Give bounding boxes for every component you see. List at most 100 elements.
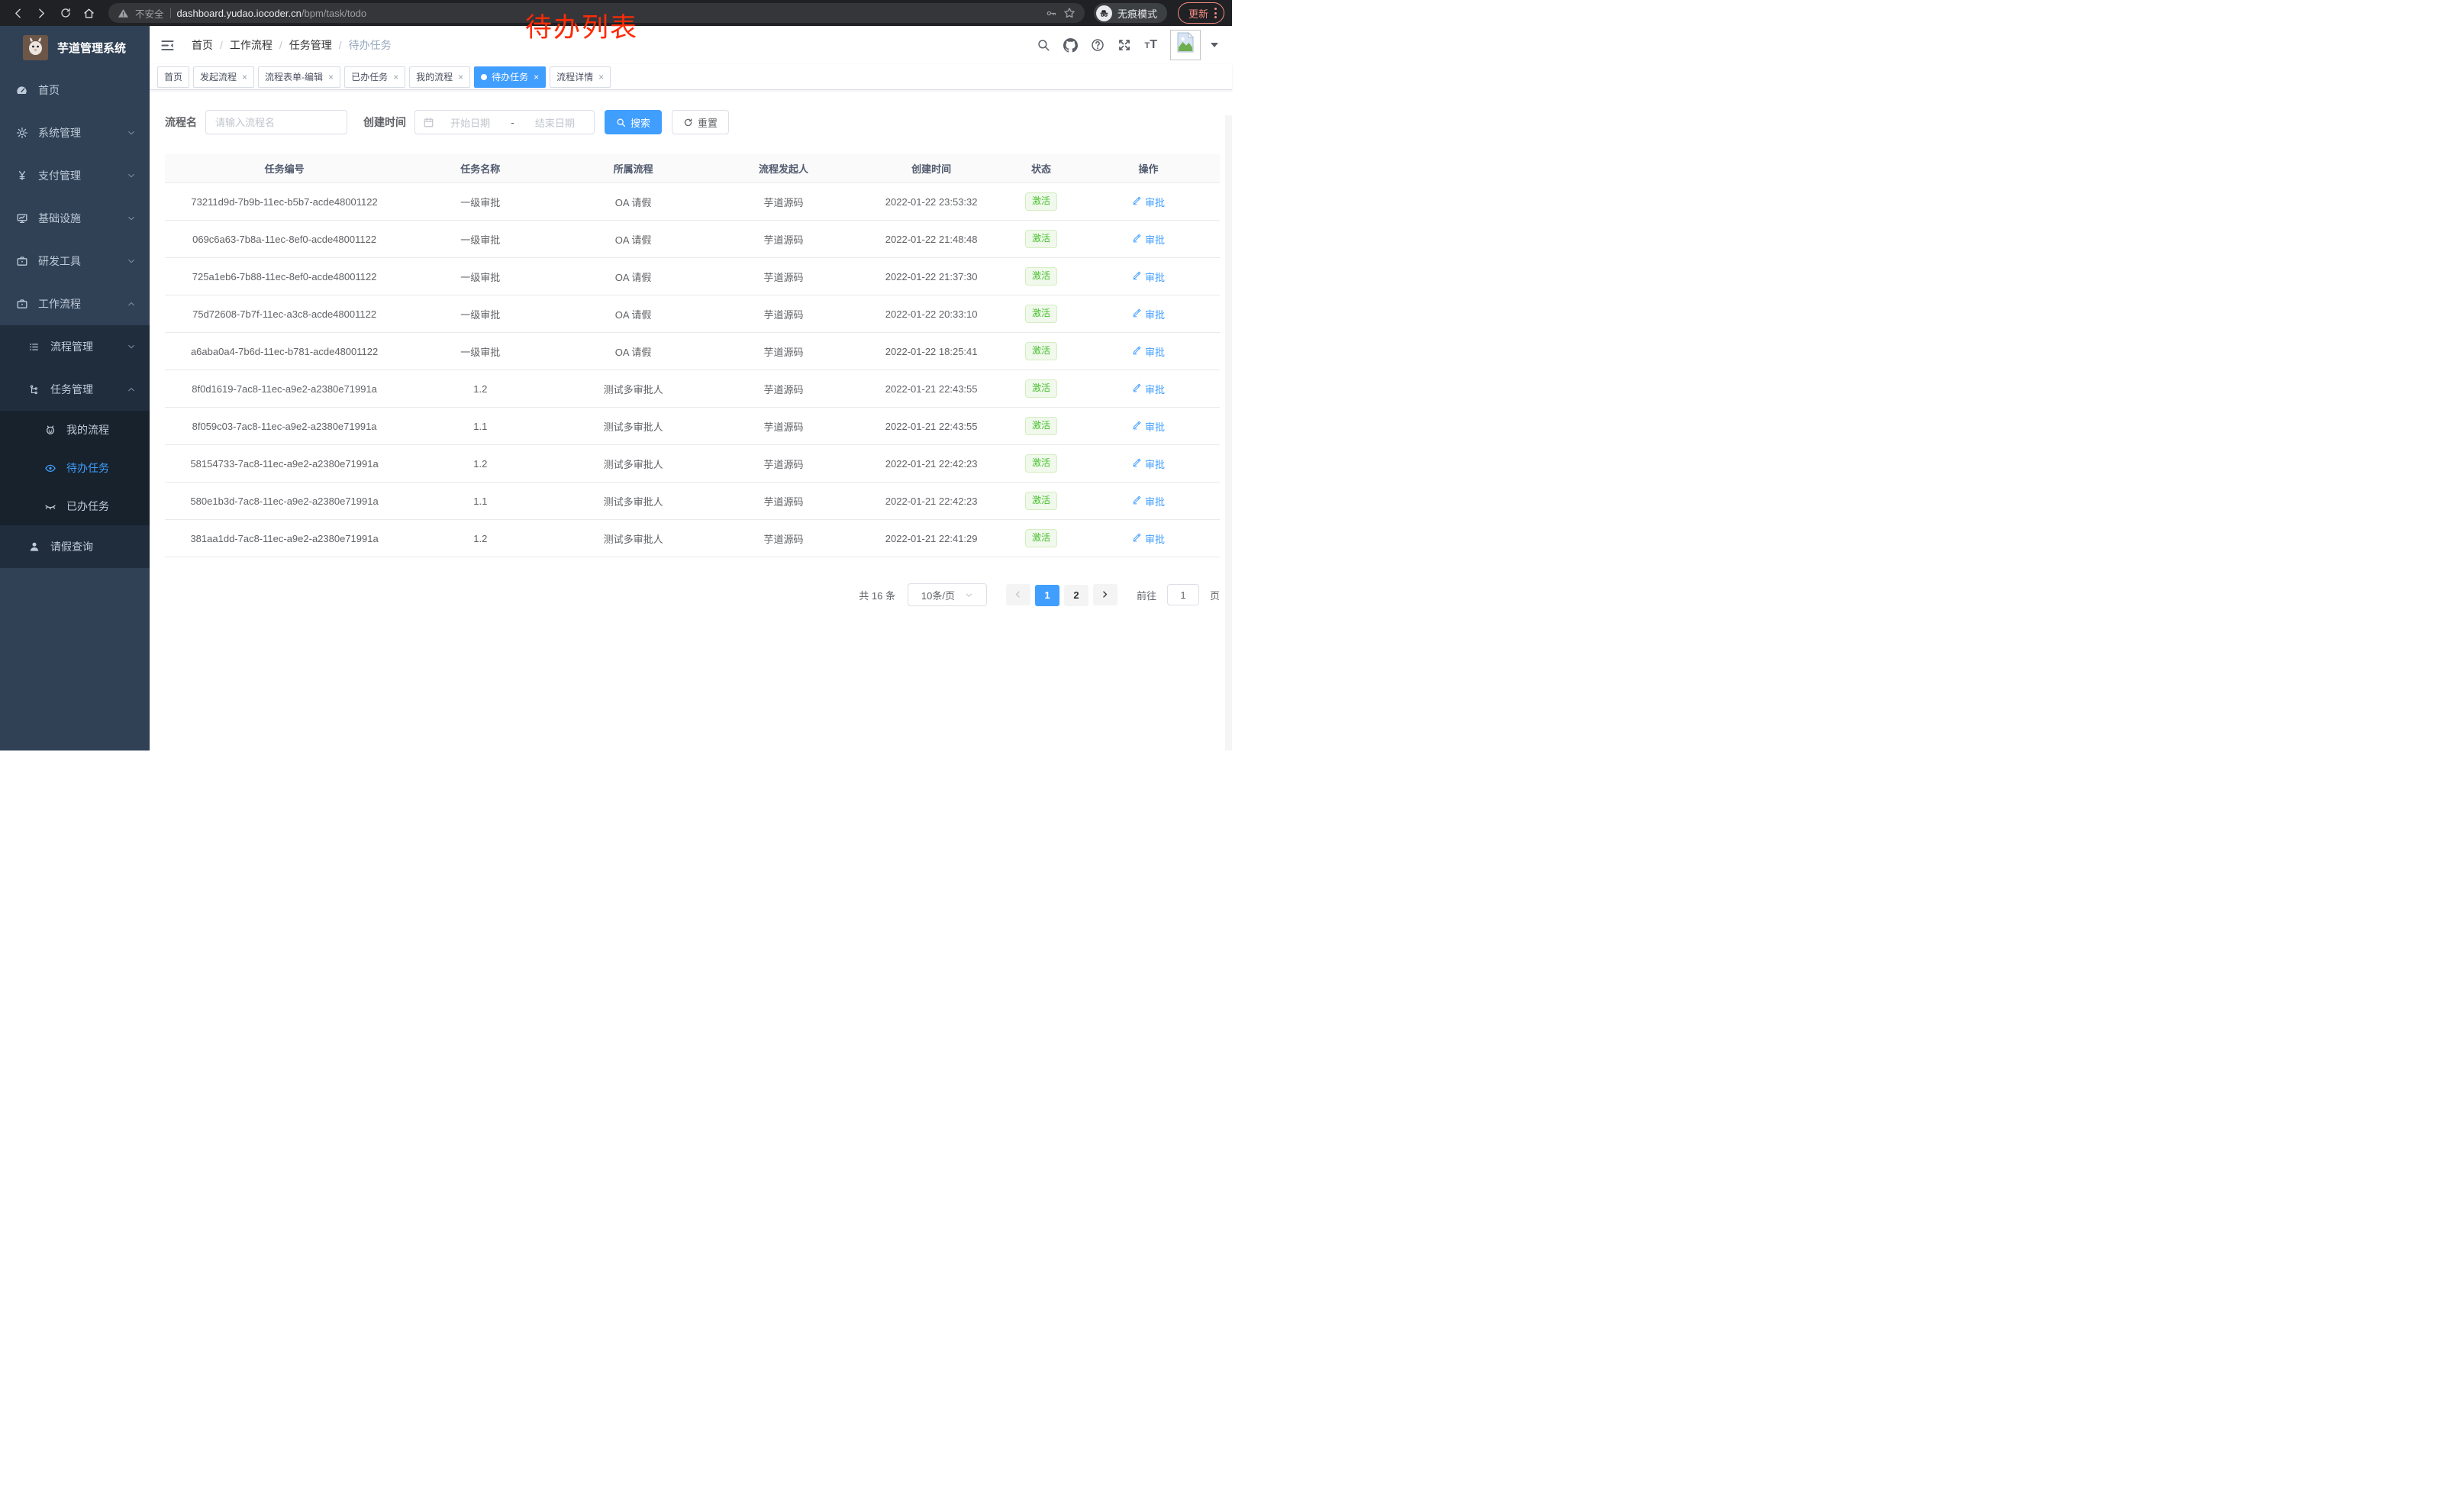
tab-label: 首页 (164, 70, 182, 83)
fullscreen-icon[interactable] (1118, 38, 1131, 52)
reload-icon[interactable] (55, 3, 76, 24)
tab-1[interactable]: 发起流程× (193, 66, 254, 88)
bookmark-star-icon[interactable] (1063, 7, 1076, 19)
status-badge: 激活 (1025, 492, 1057, 510)
cell-action: 审批 (1077, 183, 1220, 221)
app-logo (23, 35, 48, 60)
sidebar-item-label: 待办任务 (66, 460, 136, 476)
sidebar-item-11[interactable]: 请假查询 (0, 525, 150, 568)
tab-4[interactable]: 我的流程× (409, 66, 470, 88)
forward-icon[interactable] (31, 3, 52, 24)
sidebar-item-6[interactable]: 流程管理 (0, 325, 150, 368)
scrollbar-track[interactable] (1225, 115, 1232, 750)
cell-task-name: 一级审批 (404, 295, 556, 333)
hamburger-icon[interactable] (160, 38, 175, 53)
date-range-picker[interactable]: 开始日期 - 结束日期 (414, 110, 595, 134)
sidebar-item-4[interactable]: 研发工具 (0, 240, 150, 282)
breadcrumb-item[interactable]: 首页 (192, 37, 213, 53)
tab-5[interactable]: 待办任务× (474, 66, 546, 88)
cell-created: 2022-01-22 20:33:10 (857, 295, 1005, 333)
cell-starter: 芋道源码 (710, 520, 858, 557)
eye-closed-icon (44, 500, 56, 512)
tab-6[interactable]: 流程详情× (550, 66, 611, 88)
back-icon[interactable] (8, 3, 28, 24)
approve-link[interactable]: 审批 (1132, 531, 1165, 546)
sidebar-item-9[interactable]: 待办任务 (0, 449, 150, 487)
cell-created: 2022-01-22 21:48:48 (857, 221, 1005, 258)
cell-task-id: 725a1eb6-7b88-11ec-8ef0-acde48001122 (165, 258, 404, 295)
cell-process: 测试多审批人 (556, 445, 709, 483)
approve-link[interactable]: 审批 (1132, 307, 1165, 321)
sidebar-item-8[interactable]: 我的流程 (0, 411, 150, 449)
total-count: 共 16 条 (859, 588, 895, 602)
start-date-placeholder[interactable]: 开始日期 (439, 115, 502, 130)
app-logo-row[interactable]: 芋道管理系统 (0, 26, 150, 69)
sidebar-item-2[interactable]: 支付管理 (0, 154, 150, 197)
kebab-menu-icon[interactable] (1214, 8, 1217, 18)
goto-page-input[interactable] (1167, 584, 1199, 605)
breadcrumb-item[interactable]: 工作流程 (230, 37, 273, 53)
process-name-label: 流程名 (165, 115, 197, 130)
page-button-2[interactable]: 2 (1064, 585, 1088, 606)
cell-task-id: 75d72608-7b7f-11ec-a3c8-acde48001122 (165, 295, 404, 333)
sidebar-item-7[interactable]: 任务管理 (0, 368, 150, 411)
tab-3[interactable]: 已办任务× (344, 66, 405, 88)
sidebar-item-5[interactable]: 工作流程 (0, 282, 150, 325)
close-icon[interactable]: × (393, 72, 398, 82)
cell-task-name: 1.2 (404, 520, 556, 557)
cell-status: 激活 (1005, 370, 1077, 408)
table-header-row: 任务编号任务名称所属流程流程发起人创建时间状态操作 (165, 154, 1220, 183)
task-table: 任务编号任务名称所属流程流程发起人创建时间状态操作 73211d9d-7b9b-… (165, 154, 1220, 557)
process-name-input[interactable] (205, 110, 347, 134)
yen-icon (15, 169, 28, 182)
sidebar-item-1[interactable]: 系统管理 (0, 111, 150, 154)
cell-action: 审批 (1077, 221, 1220, 258)
page-button-1[interactable]: 1 (1035, 585, 1059, 606)
approve-link[interactable]: 审批 (1132, 382, 1165, 396)
chevron-down-icon (127, 342, 136, 351)
status-badge: 激活 (1025, 529, 1057, 547)
table-row: 73211d9d-7b9b-11ec-b5b7-acde48001122一级审批… (165, 183, 1220, 221)
close-icon[interactable]: × (328, 72, 334, 82)
sidebar-item-3[interactable]: 基础设施 (0, 197, 150, 240)
edit-icon (1132, 495, 1142, 507)
reset-button[interactable]: 重置 (672, 110, 729, 134)
page-size-select[interactable]: 10条/页 (908, 583, 987, 606)
close-icon[interactable]: × (534, 72, 539, 82)
approve-link[interactable]: 审批 (1132, 457, 1165, 471)
sidebar-item-0[interactable]: 首页 (0, 69, 150, 111)
help-icon[interactable] (1091, 38, 1105, 52)
caret-down-icon[interactable] (1211, 43, 1218, 47)
avatar[interactable] (1170, 30, 1201, 60)
search-icon[interactable] (1037, 38, 1050, 52)
sidebar-item-10[interactable]: 已办任务 (0, 487, 150, 525)
approve-link[interactable]: 审批 (1132, 494, 1165, 508)
close-icon[interactable]: × (458, 72, 463, 82)
close-icon[interactable]: × (598, 72, 604, 82)
active-dot (481, 74, 487, 80)
home-icon[interactable] (79, 3, 99, 24)
cell-starter: 芋道源码 (710, 221, 858, 258)
approve-link[interactable]: 审批 (1132, 419, 1165, 434)
approve-link[interactable]: 审批 (1132, 344, 1165, 359)
approve-link[interactable]: 审批 (1132, 195, 1165, 209)
edit-icon (1132, 383, 1142, 395)
search-button[interactable]: 搜索 (605, 110, 662, 134)
github-icon[interactable] (1063, 38, 1078, 53)
close-icon[interactable]: × (242, 72, 247, 82)
approve-link[interactable]: 审批 (1132, 270, 1165, 284)
update-button[interactable]: 更新 (1178, 2, 1224, 24)
next-page-button[interactable] (1093, 584, 1118, 605)
tab-2[interactable]: 流程表单-编辑× (258, 66, 340, 88)
font-size-icon[interactable]: TT (1144, 39, 1157, 51)
approve-link[interactable]: 审批 (1132, 232, 1165, 247)
list-icon (27, 341, 40, 353)
end-date-placeholder[interactable]: 结束日期 (524, 115, 586, 130)
tab-0[interactable]: 首页 (157, 66, 189, 88)
breadcrumb-item[interactable]: 任务管理 (289, 37, 332, 53)
url-path: /bpm/task/todo (302, 8, 366, 19)
key-icon[interactable] (1046, 8, 1057, 19)
security-label[interactable]: 不安全 (135, 6, 164, 21)
cell-task-id: 381aa1dd-7ac8-11ec-a9e2-a2380e71991a (165, 520, 404, 557)
url-text[interactable]: dashboard.yudao.iocoder.cn/bpm/task/todo (177, 8, 367, 19)
